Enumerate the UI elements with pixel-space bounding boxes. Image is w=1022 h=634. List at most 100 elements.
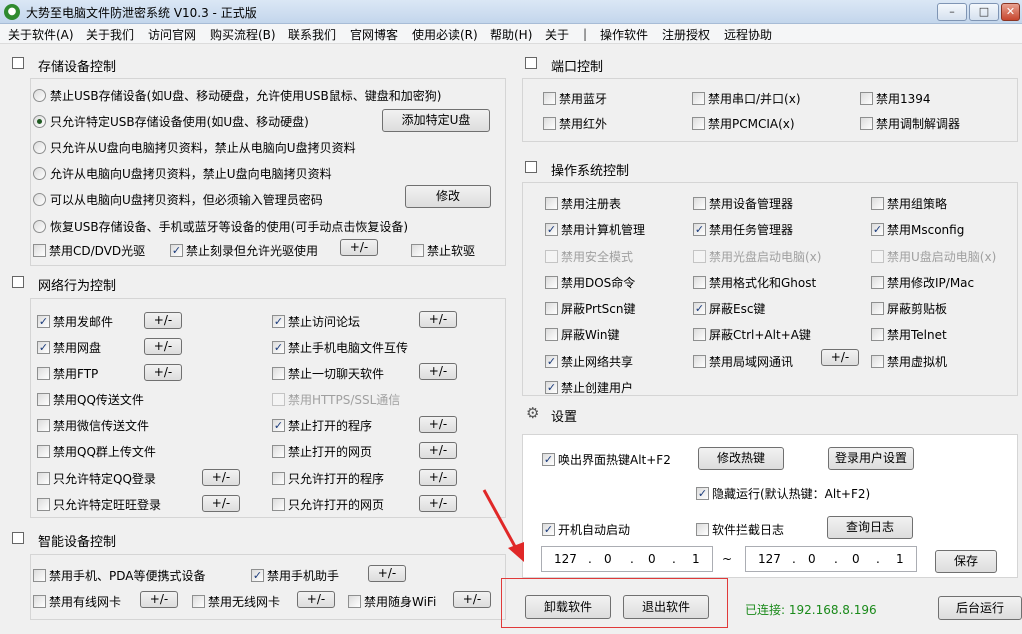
allow-program-checkbox[interactable]: 只允许打开的程序 [272,470,384,487]
chat-checkbox[interactable]: 禁止一切聊天软件 [272,365,384,382]
minimize-button[interactable]: – [937,3,967,21]
forum-checkbox[interactable]: ✓ 禁止访问论坛 [272,313,360,330]
group-policy-checkbox[interactable]: 禁用组策略 [871,195,947,212]
portable-wifi-checkbox[interactable]: 禁用随身WiFi [348,593,436,610]
prtscn-checkbox[interactable]: 屏蔽PrtScn键 [545,300,636,317]
burn-config-button[interactable]: +/- [340,239,378,256]
menu-visit-site[interactable]: 访问官网 [148,26,196,43]
wired-nic-config-button[interactable]: +/- [140,591,178,608]
hidden-run-checkbox[interactable]: ✓ 隐藏运行(默认热键：Alt+F2) [696,485,870,502]
menu-help[interactable]: 帮助(H) [490,26,532,43]
modify-hotkey-button[interactable]: 修改热键 [698,447,784,470]
ip-end-input[interactable]: 127 . 0 . 0 . 1 [745,546,917,572]
network-share-checkbox[interactable]: ✓ 禁止网络共享 [545,353,633,370]
phone-helper-checkbox[interactable]: ✓ 禁用手机助手 [251,567,339,584]
add-specific-usb-button[interactable]: 添加特定U盘 [382,109,490,132]
menu-about[interactable]: 关于 [545,26,569,43]
qq-login-config-button[interactable]: +/- [202,469,240,486]
autostart-checkbox[interactable]: ✓ 开机自动启动 [542,521,630,538]
login-user-settings-button[interactable]: 登录用户设置 [828,447,914,470]
netdisk-checkbox[interactable]: ✓ 禁用网盘 [37,339,101,356]
clipboard-checkbox[interactable]: 屏蔽剪贴板 [871,300,947,317]
telnet-checkbox[interactable]: 禁用Telnet [871,326,947,343]
computer-management-checkbox[interactable]: ✓ 禁用计算机管理 [545,221,645,238]
block-webpage-config-button[interactable]: +/- [419,442,457,459]
serial-port-checkbox[interactable]: 禁用串口/并口(x) [692,90,801,107]
phone-transfer-checkbox[interactable]: ✓ 禁止手机电脑文件互传 [272,339,408,356]
netdisk-config-button[interactable]: +/- [144,338,182,355]
close-button[interactable]: ✕ [1001,3,1020,21]
query-log-button[interactable]: 查询日志 [827,516,913,539]
usb-radio-specific[interactable]: 只允许特定USB存储设备使用(如U盘、移动硬盘) [33,113,309,130]
menu-about-software[interactable]: 关于软件(A) [8,26,74,43]
usb-boot-checkbox[interactable]: 禁用U盘启动电脑(x) [871,248,996,265]
wireless-nic-checkbox[interactable]: 禁用无线网卡 [192,593,280,610]
lan-comm-checkbox[interactable]: 禁用局域网通讯 [693,353,793,370]
chat-config-button[interactable]: +/- [419,363,457,380]
allow-webpage-config-button[interactable]: +/- [419,495,457,512]
maximize-button[interactable]: □ [969,3,999,21]
msconfig-checkbox[interactable]: ✓ 禁用Msconfig [871,221,964,238]
menu-blog[interactable]: 官网博客 [350,26,398,43]
pcmcia-checkbox[interactable]: 禁用PCMCIA(x) [692,115,795,132]
wechat-file-checkbox[interactable]: 禁用微信传送文件 [37,417,149,434]
block-program-checkbox[interactable]: ✓ 禁止打开的程序 [272,417,372,434]
wired-nic-checkbox[interactable]: 禁用有线网卡 [33,593,121,610]
wangwang-login-checkbox[interactable]: 只允许特定旺旺登录 [37,496,161,513]
phone-helper-config-button[interactable]: +/- [368,565,406,582]
allow-program-config-button[interactable]: +/- [419,469,457,486]
cd-boot-checkbox[interactable]: 禁用光盘启动电脑(x) [693,248,821,265]
menu-operate[interactable]: 操作软件 [600,26,648,43]
hotkey-checkbox[interactable]: ✓ 唤出界面热键Alt+F2 [542,451,671,468]
infrared-checkbox[interactable]: 禁用红外 [543,115,607,132]
forum-config-button[interactable]: +/- [419,311,457,328]
block-program-config-button[interactable]: +/- [419,416,457,433]
menu-purchase[interactable]: 购买流程(B) [210,26,276,43]
modify-ip-checkbox[interactable]: 禁用修改IP/Mac [871,274,974,291]
cdrom-checkbox[interactable]: 禁用CD/DVD光驱 [33,242,145,259]
lan-comm-config-button[interactable]: +/- [821,349,859,366]
wangwang-config-button[interactable]: +/- [202,495,240,512]
win-key-checkbox[interactable]: 屏蔽Win键 [545,326,620,343]
ctrl-alt-a-checkbox[interactable]: 屏蔽Ctrl+Alt+A键 [693,326,811,343]
usb-radio-read-only[interactable]: 只允许从U盘向电脑拷贝资料，禁止从电脑向U盘拷贝资料 [33,139,356,156]
format-ghost-checkbox[interactable]: 禁用格式化和Ghost [693,274,816,291]
menu-contact[interactable]: 联系我们 [288,26,336,43]
qq-file-checkbox[interactable]: 禁用QQ传送文件 [37,391,144,408]
burn-checkbox[interactable]: ✓ 禁止刻录但允许光驱使用 [170,242,318,259]
block-webpage-checkbox[interactable]: 禁止打开的网页 [272,443,372,460]
safe-mode-checkbox[interactable]: 禁用安全模式 [545,248,633,265]
qq-login-checkbox[interactable]: 只允许特定QQ登录 [37,470,156,487]
create-user-checkbox[interactable]: ✓ 禁止创建用户 [545,379,633,396]
qq-group-checkbox[interactable]: 禁用QQ群上传文件 [37,443,156,460]
usb-radio-restore[interactable]: 恢复USB存储设备、手机或蓝牙等设备的使用(可手动点击恢复设备) [33,218,408,235]
task-manager-checkbox[interactable]: ✓ 禁用任务管理器 [693,221,793,238]
ip-start-input[interactable]: 127 . 0 . 0 . 1 [541,546,713,572]
email-config-button[interactable]: +/- [144,312,182,329]
bluetooth-checkbox[interactable]: 禁用蓝牙 [543,90,607,107]
phone-pda-checkbox[interactable]: 禁用手机、PDA等便携式设备 [33,567,205,584]
device-manager-checkbox[interactable]: 禁用设备管理器 [693,195,793,212]
usb-radio-password[interactable]: 可以从电脑向U盘拷贝资料，但必须输入管理员密码 [33,191,323,208]
ftp-config-button[interactable]: +/- [144,364,182,381]
floppy-checkbox[interactable]: 禁止软驱 [411,242,475,259]
usb-radio-write-only[interactable]: 允许从电脑向U盘拷贝资料，禁止U盘向电脑拷贝资料 [33,165,332,182]
dos-command-checkbox[interactable]: 禁用DOS命令 [545,274,635,291]
menu-about-us[interactable]: 关于我们 [86,26,134,43]
modify-password-button[interactable]: 修改 [405,185,491,208]
allow-webpage-checkbox[interactable]: 只允许打开的网页 [272,496,384,513]
wireless-nic-config-button[interactable]: +/- [297,591,335,608]
menu-must-read[interactable]: 使用必读(R) [412,26,478,43]
save-button[interactable]: 保存 [935,550,997,573]
registry-checkbox[interactable]: 禁用注册表 [545,195,621,212]
run-background-button[interactable]: 后台运行 [938,596,1022,620]
menu-register[interactable]: 注册授权 [662,26,710,43]
email-checkbox[interactable]: ✓ 禁用发邮件 [37,313,113,330]
ieee1394-checkbox[interactable]: 禁用1394 [860,90,931,107]
ftp-checkbox[interactable]: 禁用FTP [37,365,98,382]
menu-remote-help[interactable]: 远程协助 [724,26,772,43]
modem-checkbox[interactable]: 禁用调制解调器 [860,115,960,132]
usb-radio-disable[interactable]: 禁止USB存储设备(如U盘、移动硬盘，允许使用USB鼠标、键盘和加密狗) [33,87,441,104]
intercept-log-checkbox[interactable]: 软件拦截日志 [696,521,784,538]
esc-key-checkbox[interactable]: ✓ 屏蔽Esc键 [693,300,765,317]
